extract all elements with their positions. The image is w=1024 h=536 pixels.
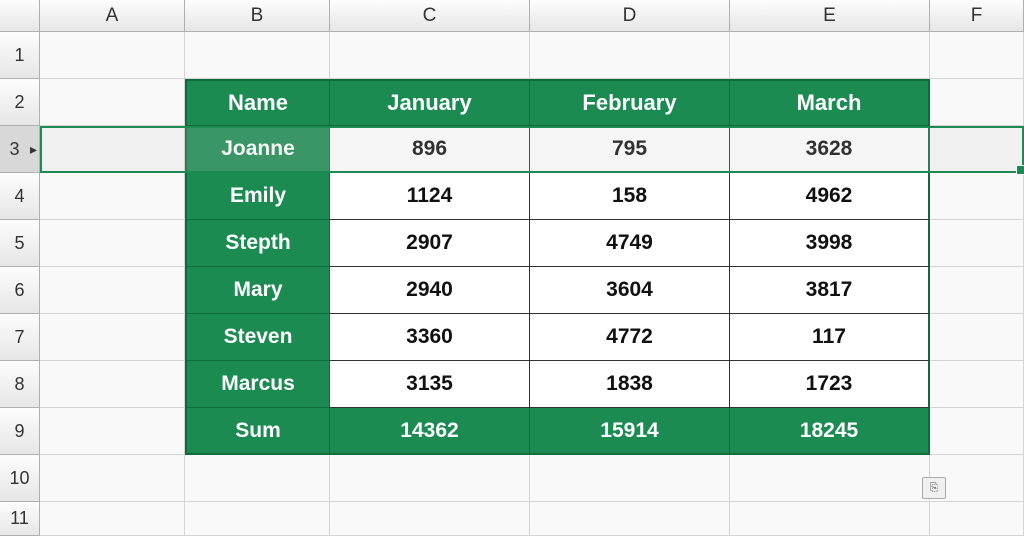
cell-a8[interactable] <box>40 361 185 408</box>
row-header-1[interactable]: 1 <box>0 32 40 79</box>
col-header-e[interactable]: E <box>730 0 930 32</box>
cell-f6[interactable] <box>930 267 1024 314</box>
cell-b6[interactable]: Mary <box>185 267 330 314</box>
cell-b5[interactable]: Stepth <box>185 220 330 267</box>
cell-c7[interactable]: 3360 <box>330 314 530 361</box>
cell-a1[interactable] <box>40 32 185 79</box>
col-header-c[interactable]: C <box>330 0 530 32</box>
cell-d6[interactable]: 3604 <box>530 267 730 314</box>
row-select-arrow-icon: ▸ <box>30 141 37 158</box>
cell-d7[interactable]: 4772 <box>530 314 730 361</box>
cell-d9[interactable]: 15914 <box>530 408 730 455</box>
row-header-4[interactable]: 4 <box>0 173 40 220</box>
cell-e6[interactable]: 3817 <box>730 267 930 314</box>
cell-e8[interactable]: 1723 <box>730 361 930 408</box>
cell-a10[interactable] <box>40 455 185 502</box>
cell-c4[interactable]: 1124 <box>330 173 530 220</box>
cell-a6[interactable] <box>40 267 185 314</box>
cell-e1[interactable] <box>730 32 930 79</box>
cell-c11[interactable] <box>330 502 530 536</box>
col-header-b[interactable]: B <box>185 0 330 32</box>
col-header-f[interactable]: F <box>930 0 1024 32</box>
cell-c1[interactable] <box>330 32 530 79</box>
cell-f8[interactable] <box>930 361 1024 408</box>
cell-a2[interactable] <box>40 79 185 126</box>
row-header-3[interactable]: 3▸ <box>0 126 40 173</box>
cell-d2[interactable]: February <box>530 79 730 126</box>
cell-c8[interactable]: 3135 <box>330 361 530 408</box>
paste-options-icon[interactable]: ⎘ <box>922 477 946 499</box>
cell-a5[interactable] <box>40 220 185 267</box>
cell-e11[interactable] <box>730 502 930 536</box>
col-header-d[interactable]: D <box>530 0 730 32</box>
cell-f9[interactable] <box>930 408 1024 455</box>
cell-b8[interactable]: Marcus <box>185 361 330 408</box>
row-header-6[interactable]: 6 <box>0 267 40 314</box>
cell-f2[interactable] <box>930 79 1024 126</box>
cell-c5[interactable]: 2907 <box>330 220 530 267</box>
col-header-a[interactable]: A <box>40 0 185 32</box>
row-header-9[interactable]: 9 <box>0 408 40 455</box>
cell-a3[interactable] <box>40 126 185 173</box>
cell-f7[interactable] <box>930 314 1024 361</box>
cell-b10[interactable] <box>185 455 330 502</box>
cell-c3[interactable]: 896 <box>330 126 530 173</box>
spreadsheet-grid[interactable]: A B C D E F 1 2 Name January February Ma… <box>0 0 1024 536</box>
cell-f1[interactable] <box>930 32 1024 79</box>
cell-b1[interactable] <box>185 32 330 79</box>
row-header-8[interactable]: 8 <box>0 361 40 408</box>
cell-f5[interactable] <box>930 220 1024 267</box>
cell-b2[interactable]: Name <box>185 79 330 126</box>
cell-c10[interactable] <box>330 455 530 502</box>
cell-a11[interactable] <box>40 502 185 536</box>
cell-a9[interactable] <box>40 408 185 455</box>
cell-e3[interactable]: 3628 <box>730 126 930 173</box>
cell-e10[interactable] <box>730 455 930 502</box>
select-all-corner[interactable] <box>0 0 40 32</box>
row-header-11[interactable]: 11 <box>0 502 40 536</box>
cell-b3[interactable]: Joanne <box>185 126 330 173</box>
cell-d3[interactable]: 795 <box>530 126 730 173</box>
cell-c6[interactable]: 2940 <box>330 267 530 314</box>
cell-b7[interactable]: Steven <box>185 314 330 361</box>
cell-d4[interactable]: 158 <box>530 173 730 220</box>
cell-c9[interactable]: 14362 <box>330 408 530 455</box>
cell-a4[interactable] <box>40 173 185 220</box>
row-header-7[interactable]: 7 <box>0 314 40 361</box>
cell-d8[interactable]: 1838 <box>530 361 730 408</box>
cell-f4[interactable] <box>930 173 1024 220</box>
cell-f3[interactable] <box>930 126 1024 173</box>
cell-d11[interactable] <box>530 502 730 536</box>
cell-c2[interactable]: January <box>330 79 530 126</box>
cell-b4[interactable]: Emily <box>185 173 330 220</box>
row-header-10[interactable]: 10 <box>0 455 40 502</box>
cell-e2[interactable]: March <box>730 79 930 126</box>
cell-d10[interactable] <box>530 455 730 502</box>
cell-b9[interactable]: Sum <box>185 408 330 455</box>
cell-e9[interactable]: 18245 <box>730 408 930 455</box>
row-num-3: 3 <box>9 139 29 160</box>
cell-e7[interactable]: 117 <box>730 314 930 361</box>
cell-d5[interactable]: 4749 <box>530 220 730 267</box>
row-header-2[interactable]: 2 <box>0 79 40 126</box>
cell-a7[interactable] <box>40 314 185 361</box>
cell-e5[interactable]: 3998 <box>730 220 930 267</box>
cell-d1[interactable] <box>530 32 730 79</box>
cell-e4[interactable]: 4962 <box>730 173 930 220</box>
cell-b11[interactable] <box>185 502 330 536</box>
cell-f11[interactable] <box>930 502 1024 536</box>
row-header-5[interactable]: 5 <box>0 220 40 267</box>
